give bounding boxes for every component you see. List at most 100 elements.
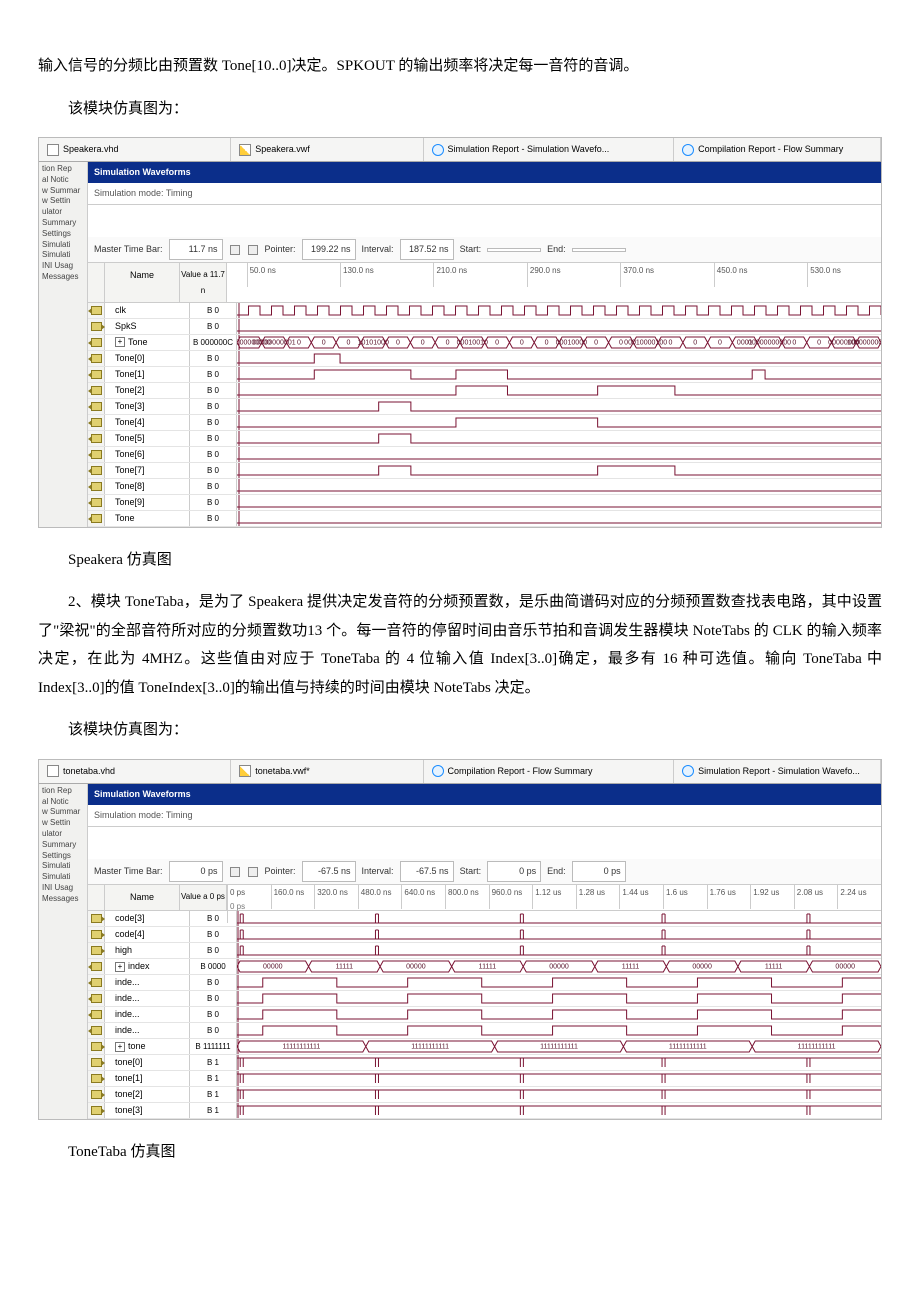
output-pin-icon (91, 946, 102, 955)
signal-name[interactable]: code[3] (105, 911, 190, 926)
signal-name[interactable]: inde... (105, 1023, 190, 1038)
signal-name[interactable]: tone[2] (105, 1087, 190, 1102)
waveform[interactable] (237, 383, 881, 398)
waveform[interactable] (237, 463, 881, 478)
sim1-tab-vwf[interactable]: Speakera.vwf (231, 138, 423, 161)
waveform[interactable] (237, 1071, 881, 1086)
mtb-label: Master Time Bar: (94, 241, 163, 258)
signal-value: B 1111111 (190, 1039, 237, 1054)
signal-name[interactable]: Tone (105, 511, 190, 526)
expand-icon[interactable]: + (115, 962, 125, 972)
signal-name[interactable]: Tone[0] (105, 351, 190, 366)
interval-value: 187.52 ns (400, 239, 454, 260)
svg-text:00010000100: 00010000100 (624, 339, 667, 346)
signal-name[interactable]: +Tone (105, 335, 190, 350)
waveform[interactable] (237, 303, 881, 318)
signal-name[interactable]: high (105, 943, 190, 958)
sim2-left-sidebar: tion Repal Noticw Summarw SettinulatorSu… (39, 784, 88, 1119)
signal-name[interactable]: +tone (105, 1039, 190, 1054)
arrow-left-icon[interactable] (230, 245, 240, 255)
start-value[interactable]: 0 ps (487, 861, 541, 882)
signal-name[interactable]: clk (105, 303, 190, 318)
waveform[interactable] (237, 319, 881, 334)
waveform[interactable] (237, 991, 881, 1006)
signal-name[interactable]: Tone[6] (105, 447, 190, 462)
waveform[interactable] (237, 431, 881, 446)
waveform[interactable] (237, 1055, 881, 1070)
sim2-tab-vwf[interactable]: tonetaba.vwf* (231, 760, 423, 783)
signal-name[interactable]: Tone[9] (105, 495, 190, 510)
waveform[interactable] (237, 511, 881, 526)
arrow-right-icon[interactable] (248, 867, 258, 877)
svg-text:0: 0 (792, 339, 796, 346)
signal-name[interactable]: tone[3] (105, 1103, 190, 1118)
waveform[interactable] (237, 1103, 881, 1118)
waveform[interactable] (237, 911, 881, 926)
waveform[interactable]: 0000000000000000000001000101010000000001… (237, 335, 881, 350)
sim1-tab-vhd[interactable]: Speakera.vhd (39, 138, 231, 161)
arrow-right-icon[interactable] (248, 245, 258, 255)
sim2-tab-vhd[interactable]: tonetaba.vhd (39, 760, 231, 783)
signal-value: B 0 (190, 1023, 237, 1038)
mtb-value[interactable]: 11.7 ns (169, 239, 223, 260)
signal-name[interactable]: Tone[1] (105, 367, 190, 382)
file-icon (47, 765, 59, 777)
signal-name[interactable]: Tone[8] (105, 479, 190, 494)
waveform-row: Tone[4]B 0 (88, 415, 881, 431)
sim2-tab-simreport[interactable]: Simulation Report - Simulation Wavefo... (674, 760, 881, 783)
waveform[interactable] (237, 399, 881, 414)
waveform[interactable] (237, 495, 881, 510)
signal-name[interactable]: SpkS (105, 319, 190, 334)
signal-name[interactable]: Tone[5] (105, 431, 190, 446)
pointer-value: -67.5 ns (302, 861, 356, 882)
sim2-tab-compreport[interactable]: Compilation Report - Flow Summary (424, 760, 675, 783)
report-icon (682, 144, 694, 156)
signal-name[interactable]: Tone[3] (105, 399, 190, 414)
signal-name[interactable]: Tone[2] (105, 383, 190, 398)
signal-value: B 0 (190, 415, 237, 430)
waveform[interactable] (237, 927, 881, 942)
waveform[interactable] (237, 943, 881, 958)
signal-name[interactable]: tone[1] (105, 1071, 190, 1086)
signal-name[interactable]: inde... (105, 991, 190, 1006)
start-value[interactable] (487, 248, 541, 252)
waveform[interactable] (237, 479, 881, 494)
sim1-tab-simreport[interactable]: Simulation Report - Simulation Wavefo... (424, 138, 675, 161)
paragraph-3: 2、模块 ToneTaba，是为了 Speakera 提供决定发音符的分频预置数… (38, 588, 882, 702)
signal-value: B 0 (190, 351, 237, 366)
mtb-value[interactable]: 0 ps (169, 861, 223, 882)
waveform[interactable] (237, 447, 881, 462)
waveform[interactable] (237, 367, 881, 382)
waveform[interactable] (237, 975, 881, 990)
signal-value: B 0 (190, 1007, 237, 1022)
waveform[interactable]: 1111111111111111111111111111111111111111… (237, 1039, 881, 1054)
waveform[interactable] (237, 415, 881, 430)
sim1-tab-compreport[interactable]: Compilation Report - Flow Summary (674, 138, 881, 161)
waveform[interactable] (237, 1087, 881, 1102)
signal-name[interactable]: code[4] (105, 927, 190, 942)
end-value[interactable]: 0 ps (572, 861, 626, 882)
signal-name[interactable]: inde... (105, 1007, 190, 1022)
waveform[interactable] (237, 1007, 881, 1022)
expand-icon[interactable]: + (115, 337, 125, 347)
waveform[interactable]: 0000011111000001111100000111110000011111… (237, 959, 881, 974)
svg-text:0: 0 (619, 339, 623, 346)
waveform[interactable] (237, 1023, 881, 1038)
end-value[interactable] (572, 248, 626, 252)
signal-name[interactable]: tone[0] (105, 1055, 190, 1070)
waveform[interactable] (237, 351, 881, 366)
signal-name[interactable]: Tone[4] (105, 415, 190, 430)
signal-value: B 1 (190, 1103, 237, 1118)
output-pin-icon (91, 1058, 102, 1067)
signal-name[interactable]: inde... (105, 975, 190, 990)
svg-text:00000000001: 00000000001 (253, 339, 296, 346)
waveform-row: clkB 0 (88, 303, 881, 319)
signal-name[interactable]: +index (105, 959, 190, 974)
tab-label: Compilation Report - Flow Summary (448, 763, 593, 780)
waveform-row: tone[3]B 1 (88, 1103, 881, 1119)
arrow-left-icon[interactable] (230, 867, 240, 877)
expand-icon[interactable]: + (115, 1042, 125, 1052)
signal-name[interactable]: Tone[7] (105, 463, 190, 478)
input-pin-icon (91, 994, 102, 1003)
end-label: End: (547, 241, 566, 258)
